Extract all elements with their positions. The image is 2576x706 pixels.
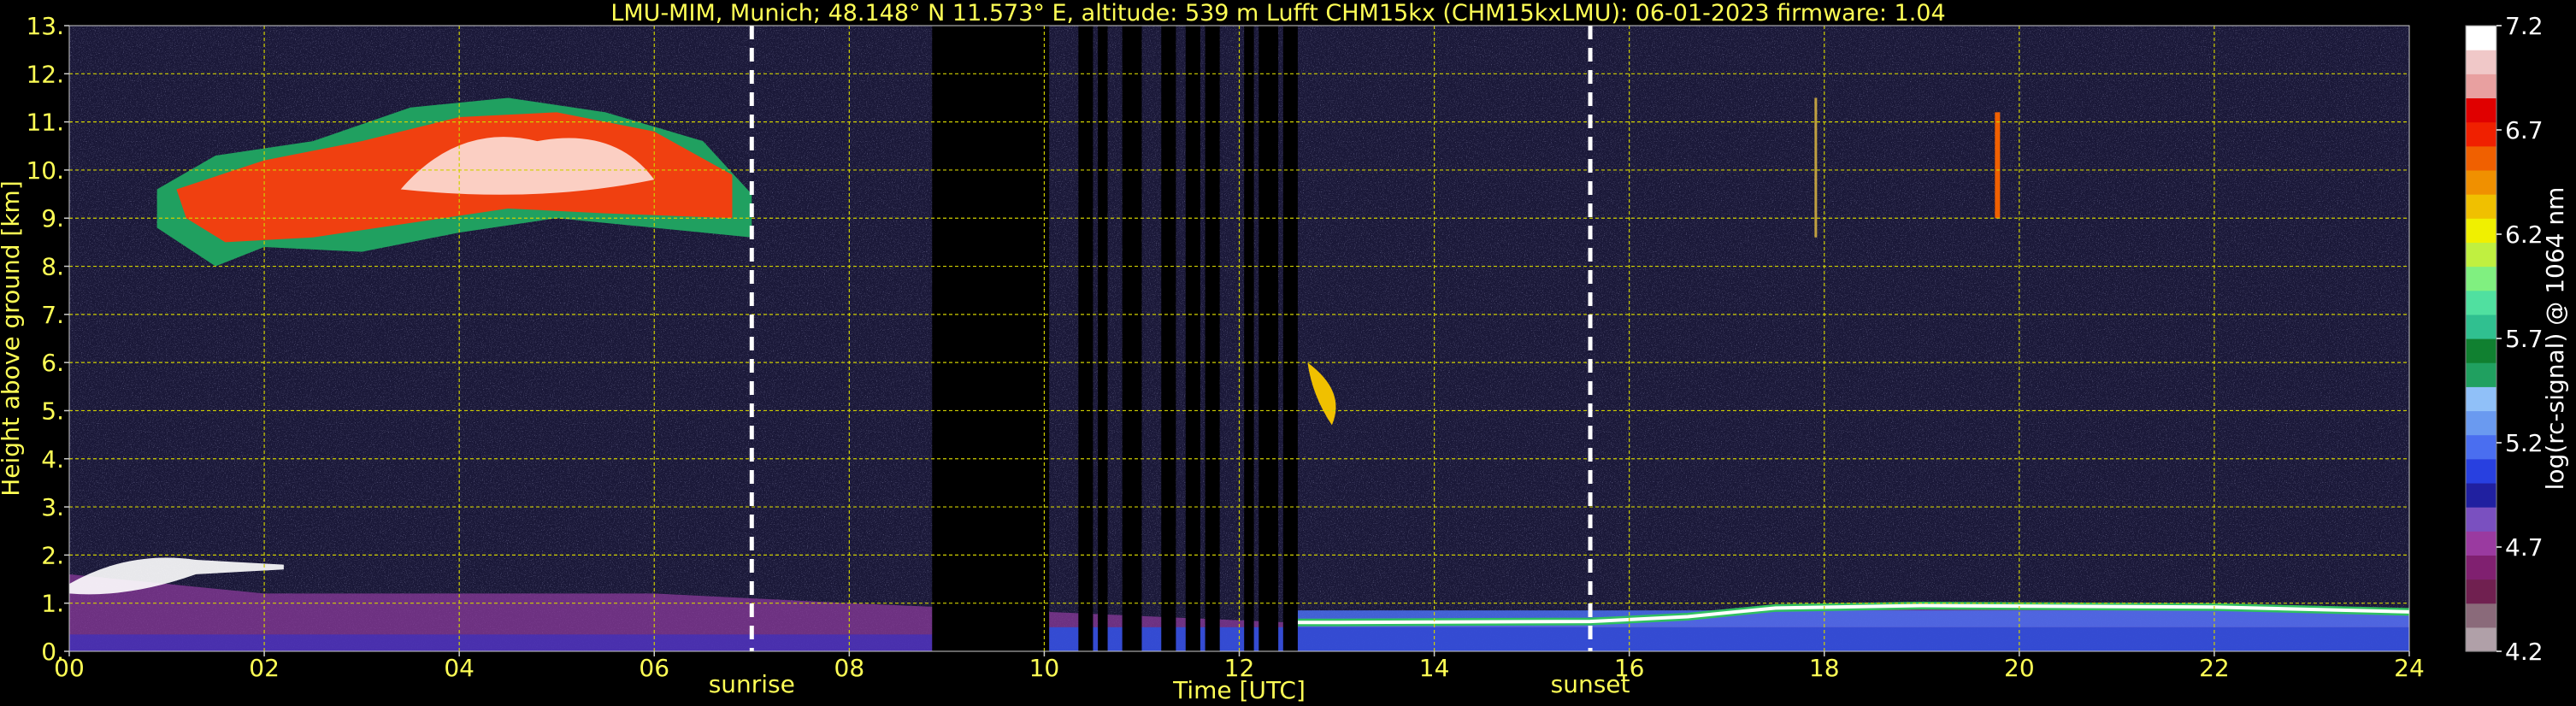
colorbar-segment [2466,26,2496,50]
chart-title: LMU-MIM, Munich; 48.148° N 11.573° E, al… [610,0,1945,26]
y-tick-label: 8. [41,253,64,281]
colorbar-segment [2466,362,2496,387]
colorbar-tick-label: 6.7 [2505,116,2544,144]
colorbar-segment [2466,386,2496,412]
lidar-figure: LMU-MIM, Munich; 48.148° N 11.573° E, al… [0,0,2569,704]
x-axis-label: Time [UTC] [1172,676,1306,704]
y-tick-label: 5. [41,397,64,425]
colorbar-segment [2466,555,2496,580]
gap [1244,26,1254,651]
colorbar-segment [2466,507,2496,532]
y-tick-label: 7. [41,301,64,329]
y-axis-label: Height above ground [km] [0,180,25,497]
spike-2 [1814,97,1818,238]
x-tick-label: 10 [1029,654,1060,682]
gap [1185,26,1200,651]
x-tick-label: 20 [2004,654,2035,682]
y-tick-label: 2. [41,541,64,569]
y-tick-label: 11. [26,109,64,137]
colorbar-segment [2466,579,2496,604]
gap [1161,26,1176,651]
colorbar-segment [2466,482,2496,508]
colorbar-segment [2466,290,2496,315]
colorbar-segment [2466,97,2496,123]
gap [1282,26,1298,651]
colorbar-tick-label: 4.7 [2505,533,2544,562]
colorbar-segment [2466,531,2496,556]
y-tick-label: 3. [41,493,64,521]
y-tick-label: 0. [41,638,64,666]
colorbar-segment [2466,434,2496,460]
colorbar-segment [2466,458,2496,484]
gap [1078,26,1093,651]
marker-label-sunset: sunset [1551,670,1630,698]
colorbar [2465,25,2497,652]
colorbar-tick-label: 4.2 [2505,638,2544,666]
y-tick-label: 12. [26,60,64,88]
plot-area [68,25,2410,652]
y-tick-label: 6. [41,349,64,377]
x-tick-label: 06 [639,654,669,682]
colorbar-tick-label: 5.7 [2505,325,2544,353]
colorbar-segment [2466,145,2496,171]
y-tick-label: 1. [41,590,64,618]
surface-layer-morning [69,634,933,651]
colorbar-segment [2466,74,2496,99]
colorbar-segment [2466,194,2496,219]
colorbar-segment [2466,169,2496,195]
gap [1098,26,1108,651]
colorbar-label: log(rc-signal) @ 1064 nm [2541,187,2569,491]
colorbar-segment [2466,121,2496,147]
y-tick-label: 10. [26,156,64,185]
colorbar-tick-label: 6.2 [2505,221,2544,249]
spike-1 [1995,112,2001,219]
colorbar-segment [2466,603,2496,628]
colorbar-tick-label: 5.2 [2505,429,2544,457]
y-tick-label: 9. [41,204,64,232]
x-tick-label: 08 [834,654,865,682]
colorbar-segment [2466,410,2496,436]
x-tick-label: 18 [1809,654,1840,682]
y-tick-label: 4. [41,445,64,474]
colorbar-segment [2466,242,2496,268]
colorbar-segment [2466,338,2496,363]
colorbar-segment [2466,266,2496,291]
x-tick-label: 24 [2394,654,2425,682]
colorbar-segment [2466,218,2496,243]
x-tick-label: 04 [444,654,475,682]
colorbar-segment [2466,627,2496,652]
gap [932,26,1050,651]
x-tick-label: 22 [2199,654,2230,682]
gap [1122,26,1142,651]
marker-label-sunrise: sunrise [709,670,795,698]
colorbar-segment [2466,50,2496,74]
colorbar-ticks: 4.2 4.7 5.2 5.7 6.2 6.7 7.2 [2496,12,2544,666]
y-tick-label: 13. [26,12,64,40]
y-axis-ticks: 0. 1. 2. 3. 4. 5. 6. 7. 8. 9. 10. 11. 12. 13. [26,12,69,666]
colorbar-segment [2466,314,2496,339]
x-tick-label: 02 [249,654,280,682]
colorbar-tick-label: 7.2 [2505,12,2544,40]
x-tick-label: 14 [1419,654,1450,682]
gap [1205,26,1220,651]
gap [1259,26,1279,651]
